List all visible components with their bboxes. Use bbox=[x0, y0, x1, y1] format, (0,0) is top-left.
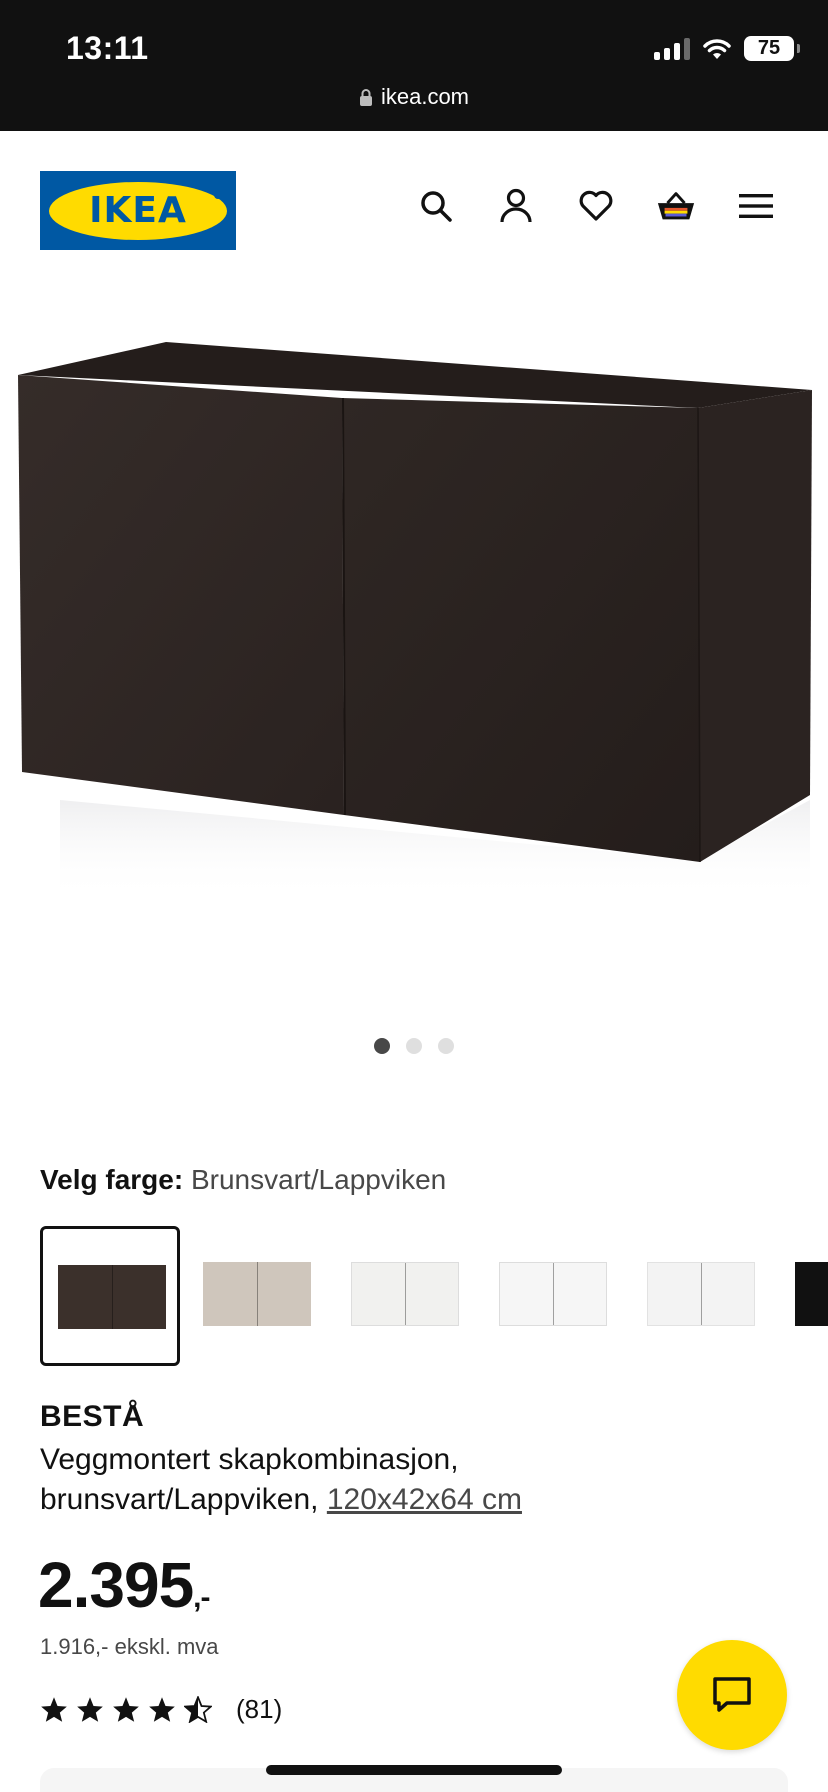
status-time: 13:11 bbox=[66, 30, 149, 66]
logo-oval: IKEA bbox=[49, 181, 227, 240]
swatch-cabinet bbox=[351, 1262, 459, 1326]
heart-icon bbox=[579, 190, 613, 221]
status-icons: 75 bbox=[654, 36, 800, 61]
home-indicator[interactable] bbox=[266, 1765, 562, 1775]
ikea-logo[interactable]: IKEA bbox=[40, 171, 236, 250]
product-description-line2: brunsvart/Lappviken, bbox=[40, 1483, 319, 1516]
basket-button[interactable] bbox=[656, 186, 696, 226]
star-icon bbox=[77, 1697, 103, 1722]
color-label-value: Brunsvart/Lappviken bbox=[190, 1164, 447, 1195]
swatch-cabinet bbox=[795, 1262, 828, 1326]
rating-stars bbox=[40, 1696, 212, 1723]
account-icon bbox=[500, 188, 532, 223]
color-label: Velg farge: Brunsvart/Lappviken bbox=[40, 1164, 446, 1196]
swatch-cabinet bbox=[58, 1265, 166, 1329]
color-label-title: Velg farge: bbox=[40, 1164, 184, 1195]
product-description: Veggmontert skapkombinasjon, brunsvart/L… bbox=[40, 1440, 640, 1520]
chat-icon bbox=[713, 1677, 751, 1712]
color-swatch-brunsvart[interactable] bbox=[40, 1226, 180, 1366]
account-button[interactable] bbox=[496, 186, 536, 226]
swatch-cabinet bbox=[647, 1262, 755, 1326]
favourites-button[interactable] bbox=[576, 186, 616, 226]
signal-icon bbox=[654, 37, 690, 60]
status-bar: 13:11 75 ikea.com bbox=[0, 0, 828, 131]
lock-icon bbox=[359, 89, 372, 106]
header-nav bbox=[416, 186, 776, 226]
url-bar[interactable]: ikea.com bbox=[0, 84, 828, 110]
search-icon bbox=[421, 191, 452, 222]
chat-button[interactable] bbox=[677, 1640, 787, 1750]
color-swatch-white-1[interactable] bbox=[336, 1226, 476, 1366]
gallery-pagination bbox=[0, 1038, 828, 1054]
color-swatch-beige[interactable] bbox=[188, 1226, 328, 1366]
menu-icon bbox=[739, 194, 773, 218]
star-half-icon bbox=[184, 1696, 212, 1723]
gallery-dot[interactable] bbox=[374, 1038, 390, 1054]
price-amount: 2.395 bbox=[38, 1549, 194, 1621]
swatch-cabinet bbox=[499, 1262, 607, 1326]
star-icon bbox=[113, 1697, 139, 1722]
product-price: 2.395,- bbox=[38, 1548, 211, 1622]
product-name: BESTÅ bbox=[40, 1400, 145, 1433]
basket-icon bbox=[657, 192, 695, 220]
battery-indicator: 75 bbox=[744, 36, 800, 61]
star-icon bbox=[41, 1697, 67, 1722]
product-rating[interactable]: (81) bbox=[40, 1694, 282, 1725]
product-description-line1: Veggmontert skapkombinasjon, bbox=[40, 1443, 459, 1476]
gallery-dot[interactable] bbox=[406, 1038, 422, 1054]
rating-count: (81) bbox=[236, 1694, 283, 1724]
color-swatch-white-2[interactable] bbox=[484, 1226, 624, 1366]
price-suffix: ,- bbox=[193, 1581, 210, 1614]
price-excl-vat: 1.916,- ekskl. mva bbox=[40, 1634, 219, 1659]
logo-text: IKEA bbox=[89, 190, 187, 231]
url-text: ikea.com bbox=[380, 84, 470, 109]
search-button[interactable] bbox=[416, 186, 456, 226]
menu-button[interactable] bbox=[736, 186, 776, 226]
color-swatches bbox=[40, 1226, 828, 1366]
cabinet-image bbox=[18, 342, 812, 900]
color-swatch-black[interactable] bbox=[780, 1226, 828, 1366]
wifi-icon bbox=[703, 38, 731, 59]
color-swatch-white-3[interactable] bbox=[632, 1226, 772, 1366]
gallery-dot[interactable] bbox=[438, 1038, 454, 1054]
registered-mark bbox=[214, 191, 222, 199]
product-size-link[interactable]: 120x42x64 cm bbox=[327, 1483, 522, 1516]
swatch-cabinet bbox=[203, 1262, 311, 1326]
star-icon bbox=[149, 1697, 175, 1722]
product-image[interactable] bbox=[0, 300, 828, 920]
